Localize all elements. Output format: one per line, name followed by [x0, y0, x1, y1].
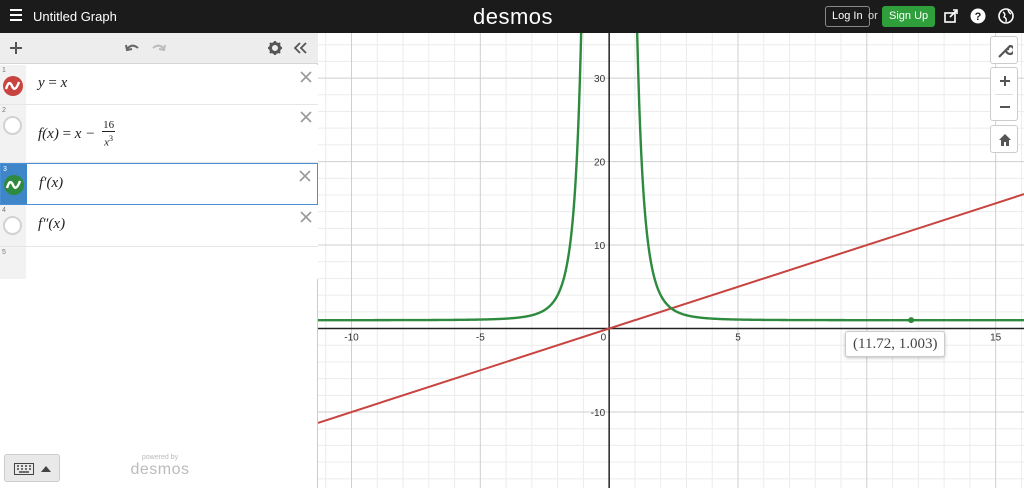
point-coordinate-label: (11.72, 1.003) — [845, 331, 946, 357]
expression-formula[interactable]: f″(x) — [38, 216, 65, 233]
expression-number: 1 — [2, 67, 6, 74]
graph-title[interactable]: Untitled Graph — [33, 9, 117, 24]
delete-icon[interactable] — [300, 71, 312, 83]
fraction: 16 x3 — [102, 119, 116, 150]
expression-formula[interactable]: f′(x) — [39, 175, 63, 192]
hamburger-icon[interactable] — [10, 9, 22, 23]
expression-row-4[interactable]: 4 f″(x) — [0, 205, 318, 247]
x-tick-label: -10 — [344, 333, 359, 344]
powered-by-logo: desmos — [130, 461, 190, 478]
y-tick-label: 30 — [594, 74, 606, 85]
undo-icon[interactable] — [124, 40, 140, 56]
expression-row-5[interactable]: 5 — [0, 247, 318, 279]
y-tick-label: 20 — [594, 158, 606, 169]
y-tick-label: 10 — [594, 241, 606, 252]
expression-gutter: 4 — [0, 205, 26, 246]
expression-number: 4 — [2, 207, 6, 214]
graph-paper[interactable]: -10-5051015302010-10 — [317, 0, 1024, 488]
zoom-in-icon[interactable] — [997, 73, 1013, 89]
share-icon[interactable] — [943, 8, 959, 24]
help-icon[interactable]: ? — [970, 8, 986, 24]
y-tick-label: -10 — [591, 408, 606, 419]
gear-icon[interactable] — [267, 40, 283, 56]
graph-toggle-icon[interactable] — [3, 216, 22, 235]
zoom-out-icon[interactable] — [997, 99, 1013, 115]
expression-gutter: 3 — [1, 164, 27, 204]
delete-icon[interactable] — [299, 170, 311, 182]
graph-canvas[interactable]: -10-5051015302010-10 — [317, 0, 1024, 488]
default-viewport-button[interactable] — [990, 125, 1018, 153]
fraction-exponent: 3 — [109, 134, 114, 143]
expression-row-1[interactable]: 1 y = x — [0, 65, 318, 105]
add-icon[interactable] — [8, 40, 24, 56]
delete-icon[interactable] — [300, 111, 312, 123]
expression-formula[interactable]: y = x — [38, 75, 67, 92]
traced-point — [908, 317, 915, 324]
x-tick-label: -5 — [476, 333, 485, 344]
formula-lhs: f(x) — [38, 125, 59, 142]
expression-gutter: 2 — [0, 105, 26, 162]
graph-settings-button[interactable] — [990, 36, 1018, 64]
graph-toggle-icon[interactable] — [4, 175, 24, 195]
keyboard-toggle-button[interactable] — [4, 454, 60, 482]
zoom-controls — [990, 67, 1018, 121]
home-icon — [999, 134, 1011, 146]
redo-icon[interactable] — [151, 40, 167, 56]
fraction-numerator: 16 — [102, 119, 116, 132]
graph-toggle-icon[interactable] — [3, 76, 23, 96]
signup-button[interactable]: Sign Up — [882, 6, 936, 27]
x-tick-label: 0 — [601, 333, 607, 344]
expression-gutter: 5 — [0, 247, 26, 279]
x-tick-label: 5 — [735, 333, 741, 344]
curve-f-prime — [635, 0, 1024, 322]
keyboard-icon — [14, 463, 34, 475]
formula-rhs: x − — [74, 125, 96, 142]
expression-gutter: 1 — [0, 65, 26, 104]
svg-text:?: ? — [975, 11, 982, 23]
graph-toggle-icon[interactable] — [3, 116, 22, 135]
x-tick-label: 15 — [990, 333, 1002, 344]
or-text: or — [868, 10, 878, 22]
expression-number: 2 — [2, 107, 6, 114]
expression-panel: 1 y = x 2 f(x) = x − 16 x3 3 f′(x) 4 f″(… — [0, 33, 318, 488]
globe-icon[interactable] — [998, 8, 1014, 24]
expression-number: 5 — [2, 249, 6, 256]
top-bar: Untitled Graph desmos Log In or Sign Up … — [0, 0, 1024, 33]
delete-icon[interactable] — [300, 211, 312, 223]
collapse-panel-icon[interactable] — [292, 40, 308, 56]
caret-up-icon — [41, 466, 51, 472]
expression-number: 3 — [3, 166, 7, 173]
formula-rhs: x — [60, 75, 68, 91]
panel-toolbar — [0, 33, 318, 64]
formula-lhs: y — [38, 75, 45, 91]
desmos-logo: desmos — [473, 4, 554, 29]
expression-row-3[interactable]: 3 f′(x) — [0, 163, 318, 205]
powered-by-desmos: powered by desmos — [130, 454, 190, 479]
expression-row-2[interactable]: 2 f(x) = x − 16 x3 — [0, 105, 318, 163]
login-button[interactable]: Log In — [825, 6, 870, 27]
curve-f-prime — [318, 0, 584, 322]
expression-formula[interactable]: f(x) = x − 16 x3 — [38, 119, 116, 150]
wrench-icon — [998, 44, 1013, 58]
powered-by-label: powered by — [141, 454, 179, 461]
